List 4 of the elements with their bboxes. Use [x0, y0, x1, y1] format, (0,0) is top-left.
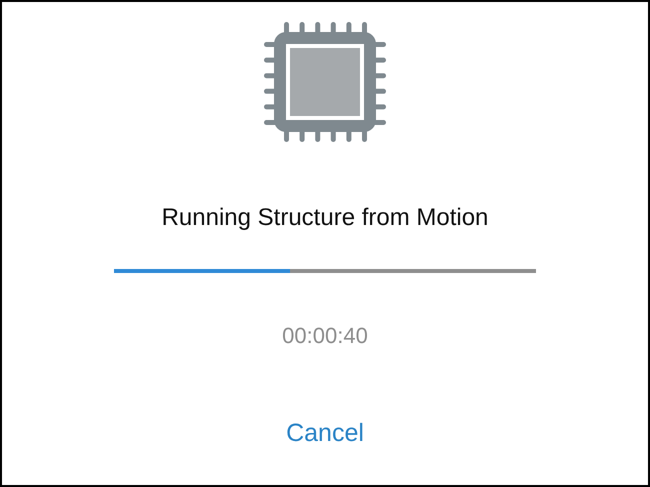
processor-chip-icon	[264, 22, 386, 142]
status-title: Running Structure from Motion	[162, 204, 488, 232]
elapsed-time: 00:00:40	[282, 323, 368, 349]
cancel-button[interactable]: Cancel	[282, 419, 368, 448]
